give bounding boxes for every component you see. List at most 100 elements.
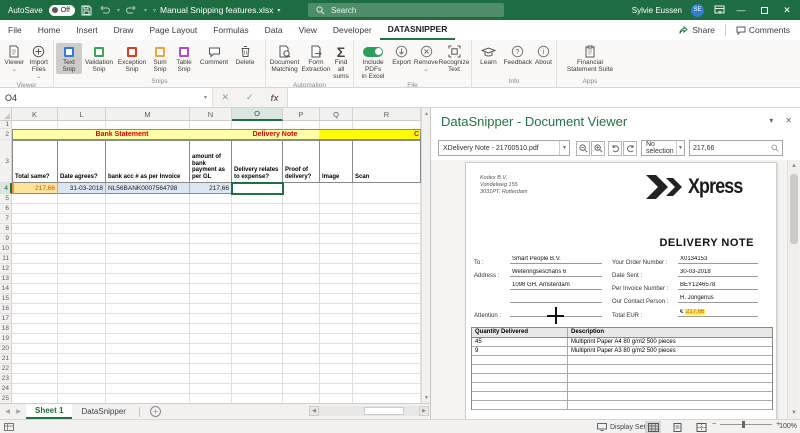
column-header-o[interactable]: O xyxy=(232,108,283,121)
banner-extra[interactable]: C xyxy=(319,129,421,140)
validation-snip-button[interactable]: Validation Snip xyxy=(82,43,116,74)
rotate-right-button[interactable] xyxy=(623,140,637,156)
row-header-6[interactable]: 6 xyxy=(0,204,12,214)
selection-dropdown[interactable]: No selection ▼ xyxy=(641,140,685,156)
tab-insert[interactable]: Insert xyxy=(68,20,105,40)
header-date-agrees[interactable]: Date agrees? xyxy=(58,140,106,183)
redo-caret-icon[interactable]: ▾ xyxy=(144,7,147,14)
page-break-view-button[interactable] xyxy=(693,421,709,433)
undo-icon[interactable] xyxy=(99,4,111,16)
save-icon[interactable] xyxy=(81,4,93,16)
ribbon-display-options-icon[interactable] xyxy=(713,4,725,16)
learn-button[interactable]: Learn xyxy=(474,43,503,67)
row-header-18[interactable]: 18 xyxy=(0,324,12,334)
column-header-p[interactable]: P xyxy=(283,108,320,121)
tab-data[interactable]: Data xyxy=(257,20,291,40)
row-header-25[interactable]: 25 xyxy=(0,394,12,403)
about-button[interactable]: i About xyxy=(533,43,554,67)
cell-m4[interactable]: NL56BANK0007564798 xyxy=(106,183,190,194)
column-header-q[interactable]: Q xyxy=(320,108,353,121)
feedback-button[interactable]: ? Feedback xyxy=(503,43,533,67)
banner-bank-statement[interactable]: Bank Statement xyxy=(12,129,232,140)
document-dropdown[interactable]: XDelivery Note - 21700510.pdf ▼ xyxy=(438,140,570,156)
row-header-12[interactable]: 12 xyxy=(0,264,12,274)
name-box[interactable]: O4 ▾ xyxy=(0,88,213,107)
select-all-corner[interactable] xyxy=(0,108,12,121)
text-snip-button[interactable]: Text Snip xyxy=(56,43,82,74)
cancel-formula-icon[interactable]: ✕ xyxy=(221,92,229,103)
find-all-sums-button[interactable]: Σ Find all sums xyxy=(331,43,351,81)
row-header-20[interactable]: 20 xyxy=(0,344,12,354)
viewer-scroll-down-icon[interactable]: ▼ xyxy=(788,407,800,419)
row-header-2[interactable]: 2 xyxy=(0,129,12,140)
row-header-8[interactable]: 8 xyxy=(0,224,12,234)
header-proof-delivery[interactable]: Proof of delivery? xyxy=(283,140,320,183)
column-header-r[interactable]: R xyxy=(353,108,421,121)
header-bank-acc[interactable]: bank acc # as per Invoice xyxy=(106,140,190,183)
recognize-text-button[interactable]: Recognize Text xyxy=(439,43,469,74)
zoom-level[interactable]: 100% xyxy=(779,423,797,430)
tab-datasnipper[interactable]: DATASNIPPER xyxy=(379,20,456,40)
viewer-vertical-scrollbar[interactable]: ▲ ▼ xyxy=(787,160,799,419)
row-header-17[interactable]: 17 xyxy=(0,314,12,324)
selected-cell-o4[interactable] xyxy=(231,182,284,195)
viewer-scroll-thumb[interactable] xyxy=(790,174,798,244)
column-header-m[interactable]: M xyxy=(106,108,190,121)
rotate-left-button[interactable] xyxy=(608,140,622,156)
header-image[interactable]: Image xyxy=(320,140,353,183)
column-header-l[interactable]: L xyxy=(58,108,106,121)
tab-home[interactable]: Home xyxy=(30,20,69,40)
row-header-4[interactable]: 4 xyxy=(0,183,12,194)
formula-input[interactable] xyxy=(288,88,800,107)
pdf-page[interactable]: Kodex B.V. Vondelweg 155 3031PT, Rotterd… xyxy=(465,162,777,419)
comments-button[interactable]: Comments xyxy=(730,25,796,35)
row-header-11[interactable]: 11 xyxy=(0,254,12,264)
delete-button[interactable]: Delete xyxy=(232,43,258,67)
sheet-nav-left-icon[interactable]: ◀ xyxy=(5,408,10,415)
normal-view-button[interactable] xyxy=(645,421,661,433)
sheet-tab-sheet1[interactable]: Sheet 1 xyxy=(26,404,73,419)
row-header-14[interactable]: 14 xyxy=(0,284,12,294)
export-button[interactable]: Export xyxy=(390,43,413,67)
macro-record-icon[interactable] xyxy=(4,423,14,431)
avatar[interactable]: SE xyxy=(691,3,704,17)
tab-file[interactable]: File xyxy=(0,20,30,40)
redo-icon[interactable] xyxy=(126,4,138,16)
grid[interactable]: K L M N O P Q R 1 2 3 4 5 6 7 8 9 10 11 12 13 14 15 16 1… xyxy=(0,108,421,403)
user-name[interactable]: Sylvie Eussen xyxy=(632,6,682,15)
sheet-vertical-scrollbar[interactable]: ▲ ▼ xyxy=(421,108,430,403)
hscroll-left-icon[interactable]: ◀ xyxy=(309,406,319,416)
row-header-9[interactable]: 9 xyxy=(0,234,12,244)
form-extraction-button[interactable]: Form Extraction xyxy=(301,43,331,74)
minimize-button[interactable]: — xyxy=(734,0,748,20)
row-header-7[interactable]: 7 xyxy=(0,214,12,224)
total-highlight[interactable]: 217,66 xyxy=(685,309,706,315)
row-headers[interactable]: 1 2 3 4 5 6 7 8 9 10 11 12 13 14 15 16 17 18 19 20 21 22 23 24 2… xyxy=(0,121,12,403)
row-header-13[interactable]: 13 xyxy=(0,274,12,284)
viewer-button[interactable]: Viewer ⌄ xyxy=(2,43,27,74)
document-title[interactable]: Manual Snipping features.xlsx ▾ xyxy=(160,0,280,20)
search-box[interactable]: Search xyxy=(308,3,504,17)
row-header-19[interactable]: 19 xyxy=(0,334,12,344)
header-amount-gl[interactable]: amount of bank payment as per GL xyxy=(190,140,232,183)
exception-snip-button[interactable]: Exception Snip xyxy=(116,43,148,74)
row-header-3[interactable]: 3 xyxy=(0,140,12,183)
row-header-22[interactable]: 22 xyxy=(0,364,12,374)
tab-page-layout[interactable]: Page Layout xyxy=(142,20,206,40)
quick-access-caret-icon[interactable]: ▿ xyxy=(153,7,156,14)
remove-button[interactable]: Remove ⌄ xyxy=(413,43,439,74)
zoom-out-control[interactable]: − xyxy=(712,421,716,428)
tab-draw[interactable]: Draw xyxy=(106,20,142,40)
zoom-in-button[interactable] xyxy=(591,140,605,156)
cell-l4[interactable]: 31-03-2018 xyxy=(58,183,106,194)
insert-function-icon[interactable]: fx xyxy=(270,93,278,103)
row-header-1[interactable]: 1 xyxy=(0,121,12,129)
sheet-tab-datasnipper[interactable]: DataSnipper xyxy=(72,404,134,419)
import-files-button[interactable]: Import Files ⌄ xyxy=(27,43,52,81)
sum-snip-button[interactable]: Sum Snip xyxy=(148,43,172,74)
row-header-5[interactable]: 5 xyxy=(0,194,12,204)
financial-statement-suite-button[interactable]: Financial Statement Suite xyxy=(561,43,619,74)
header-delivery-expense[interactable]: Delivery relates to expense? xyxy=(232,140,283,183)
row-header-10[interactable]: 10 xyxy=(0,244,12,254)
viewer-scroll-up-icon[interactable]: ▲ xyxy=(788,160,800,172)
